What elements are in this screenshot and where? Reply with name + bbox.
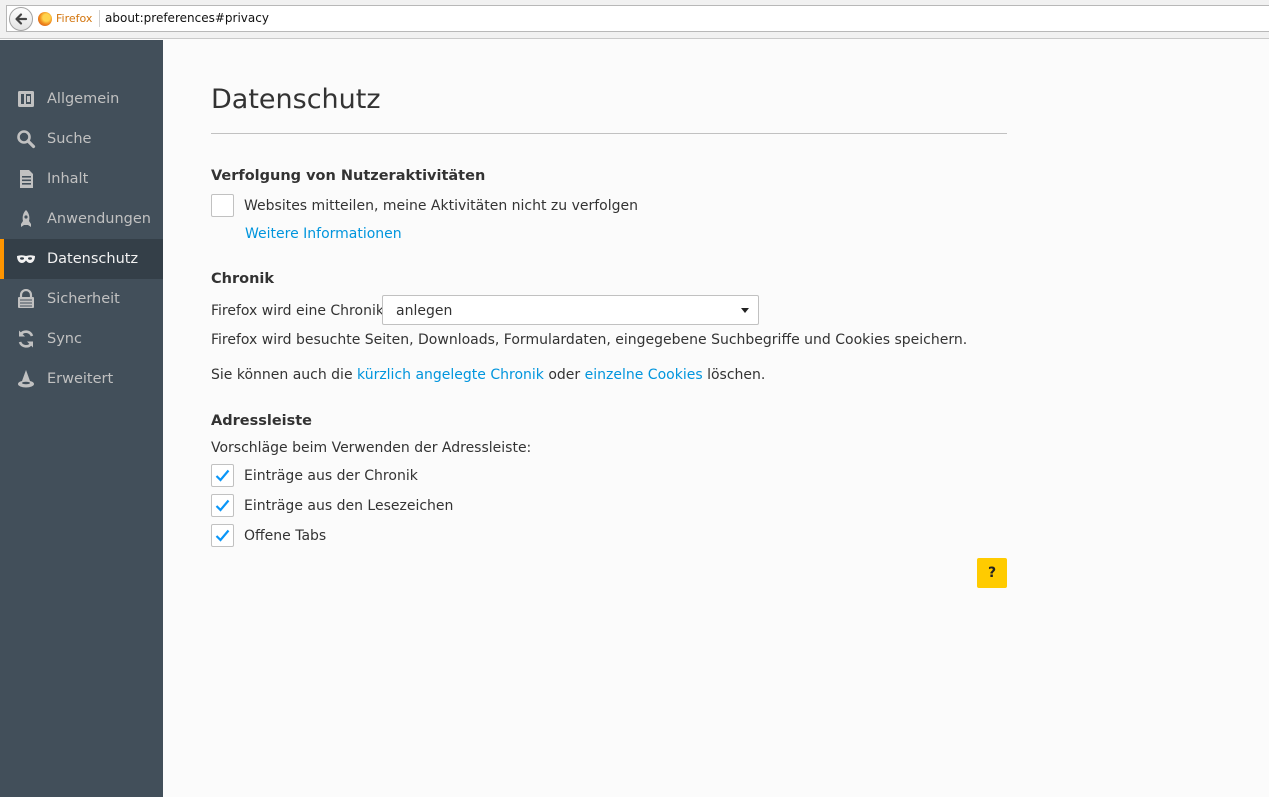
history-description: Firefox wird besuchte Seiten, Downloads,… [211,332,968,348]
url-bar[interactable]: Firefox about:preferences#privacy [6,5,1269,32]
sidebar-item-anwendungen[interactable]: Anwendungen [0,199,163,239]
locationbar-intro: Vorschläge beim Verwenden der Adressleis… [211,440,532,456]
url-separator [99,10,100,27]
history-mode-label: Firefox wird eine Chronik: [211,303,389,319]
checkmark-icon [215,529,230,542]
sidebar-item-inhalt[interactable]: Inhalt [0,159,163,199]
preferences-pane: Datenschutz Verfolgung von Nutzeraktivit… [163,40,1269,797]
title-divider [211,133,1007,134]
sidebar-item-label: Sicherheit [47,291,120,307]
advanced-icon [16,369,36,389]
suggest-bookmarks-label[interactable]: Einträge aus den Lesezeichen [244,498,453,514]
clear-history-prefix: Sie können auch die [211,367,353,383]
clear-history-middle: oder [548,367,581,383]
history-mode-select[interactable]: anlegen [382,295,759,325]
checkmark-icon [215,499,230,512]
preferences-sidebar: Allgemein Suche Inhalt Anwendungen Daten… [0,40,163,797]
page-title: Datenschutz [211,84,381,115]
security-icon [16,289,36,309]
clear-history-suffix: löschen. [707,367,766,383]
chevron-down-icon [741,308,749,313]
sidebar-item-label: Suche [47,131,92,147]
checkmark-icon [215,469,230,482]
sidebar-item-allgemein[interactable]: Allgemein [0,79,163,119]
privacy-mask-icon [16,249,36,269]
suggest-history-label[interactable]: Einträge aus der Chronik [244,468,418,484]
do-not-track-label[interactable]: Websites mitteilen, meine Aktivitäten ni… [244,198,638,214]
identity-box[interactable]: Firefox [38,6,92,31]
suggest-bookmarks-checkbox[interactable] [211,494,234,517]
suggest-open-tabs-checkbox[interactable] [211,524,234,547]
sidebar-item-label: Sync [47,331,82,347]
sidebar-item-label: Datenschutz [47,251,139,267]
suggest-open-tabs-label[interactable]: Offene Tabs [244,528,326,544]
sidebar-item-label: Allgemein [47,91,120,107]
sidebar-item-datenschutz[interactable]: Datenschutz [0,239,163,279]
individual-cookies-link[interactable]: einzelne Cookies [585,367,703,383]
more-information-link[interactable]: Weitere Informationen [245,226,402,242]
sidebar-item-suche[interactable]: Suche [0,119,163,159]
firefox-logo-icon [38,11,52,26]
sync-icon [16,329,36,349]
identity-label: Firefox [56,12,93,25]
recent-history-link[interactable]: kürzlich angelegte Chronik [357,367,544,383]
general-icon [16,89,36,109]
locationbar-heading: Adressleiste [211,413,313,429]
back-button[interactable] [9,7,33,31]
history-mode-value: anlegen [396,303,453,319]
sidebar-item-erweitert[interactable]: Erweitert [0,359,163,399]
arrow-left-icon [15,13,28,25]
sidebar-item-sync[interactable]: Sync [0,319,163,359]
browser-toolbar: Firefox about:preferences#privacy [0,0,1269,39]
do-not-track-checkbox[interactable] [211,194,234,217]
content-icon [16,169,36,189]
sidebar-item-sicherheit[interactable]: Sicherheit [0,279,163,319]
sidebar-item-label: Inhalt [47,171,89,187]
history-heading: Chronik [211,271,275,287]
applications-icon [16,209,36,229]
search-icon [16,129,36,149]
clear-history-text: Sie können auch die kürzlich angelegte C… [211,367,765,383]
sidebar-item-label: Erweitert [47,371,114,387]
tracking-heading: Verfolgung von Nutzeraktivitäten [211,168,486,184]
sidebar-item-label: Anwendungen [47,211,151,227]
suggest-history-checkbox[interactable] [211,464,234,487]
help-button[interactable]: ? [977,558,1007,588]
url-text[interactable]: about:preferences#privacy [105,6,269,31]
